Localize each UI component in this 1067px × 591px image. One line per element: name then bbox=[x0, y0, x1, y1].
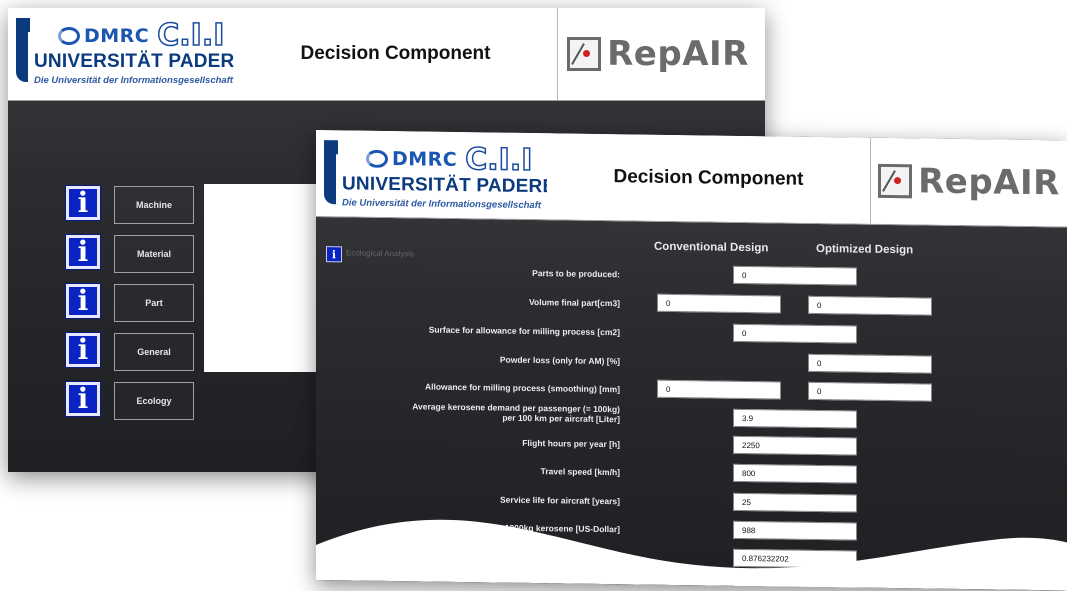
row-label-parts: Parts to be produced: bbox=[532, 268, 620, 280]
cii-logo-text: C.I.I bbox=[465, 141, 534, 179]
kerosene-price-input[interactable]: 988 bbox=[733, 520, 857, 541]
cii-logo-text: C.I.I bbox=[157, 17, 226, 54]
machine-info-icon[interactable]: i bbox=[66, 186, 100, 220]
exchange-rate-input[interactable]: 0.876232202 bbox=[733, 548, 857, 569]
volume-conventional-input[interactable]: 0 bbox=[657, 293, 781, 314]
volume-optimized-input[interactable]: 0 bbox=[808, 295, 932, 316]
university-logo: DMRC C.I.I UNIVERSITÄT PADERBORN Die Uni… bbox=[316, 130, 553, 220]
university-name: UNIVERSITÄT PADERBORN bbox=[342, 173, 553, 198]
allowance-conventional-input[interactable]: 0 bbox=[657, 379, 781, 400]
repair-logo: RepAIR bbox=[558, 8, 758, 100]
repair-logo-icon bbox=[878, 163, 913, 199]
general-info-icon[interactable]: i bbox=[66, 333, 100, 367]
university-logo: DMRC C.I.I UNIVERSITÄT PADERBORN Die Uni… bbox=[8, 8, 240, 100]
row-label-volume: Volume final part[cm3] bbox=[529, 296, 620, 309]
repair-logo-icon bbox=[567, 37, 602, 71]
row-label-powder-loss: Powder loss (only for AM) [%] bbox=[499, 354, 620, 367]
university-logo-mark bbox=[16, 18, 32, 82]
university-tagline: Die Universität der Informationsgesellsc… bbox=[342, 197, 542, 212]
dmrc-logo-text: DMRC bbox=[84, 24, 150, 47]
allowance-optimized-input[interactable]: 0 bbox=[808, 381, 932, 402]
university-tagline: Die Universität der Informationsgesellsc… bbox=[34, 75, 234, 86]
page-title: Decision Component bbox=[300, 43, 491, 64]
part-info-icon[interactable]: i bbox=[66, 284, 100, 318]
row-label-exchange-rate: $ to € [€] bbox=[585, 551, 620, 563]
powder-loss-optimized-input[interactable]: 0 bbox=[808, 353, 932, 374]
parts-to-produce-input[interactable]: 0 bbox=[733, 265, 857, 286]
column-header-optimized: Optimized Design bbox=[816, 242, 914, 257]
main-window-front: DMRC C.I.I UNIVERSITÄT PADERBORN Die Uni… bbox=[316, 130, 1067, 591]
row-label-allowance-milling: Allowance for milling process (smoothing… bbox=[424, 381, 620, 395]
machine-button[interactable]: Machine bbox=[114, 186, 194, 224]
university-name: UNIVERSITÄT PADERBORN bbox=[34, 51, 239, 72]
ecological-info-icon[interactable]: i bbox=[326, 246, 342, 263]
university-logo-mark bbox=[324, 140, 340, 205]
service-life-input[interactable]: 25 bbox=[733, 492, 857, 513]
last-value-input[interactable]: 7 bbox=[733, 575, 857, 591]
page-title: Decision Component bbox=[613, 166, 804, 190]
repair-logo-text: RepAIR bbox=[918, 161, 1060, 204]
material-info-icon[interactable]: i bbox=[66, 235, 100, 269]
surface-allowance-input[interactable]: 0 bbox=[733, 323, 857, 344]
general-button[interactable]: General bbox=[114, 333, 194, 371]
torn-edge-decoration bbox=[316, 519, 1067, 591]
row-label-surface: Surface for allowance for milling proces… bbox=[428, 324, 620, 338]
title-cell: Decision Component bbox=[234, 8, 558, 100]
part-button[interactable]: Part bbox=[114, 284, 194, 322]
dmrc-emblem-icon bbox=[58, 26, 80, 45]
material-button[interactable]: Material bbox=[114, 235, 194, 273]
repair-logo: RepAIR bbox=[871, 137, 1067, 227]
row-label-travel-speed: Travel speed [km/h] bbox=[540, 466, 620, 478]
row-label-kerosene-demand: Average kerosene demand per passenger (=… bbox=[412, 401, 620, 425]
title-cell: Decision Component bbox=[547, 133, 871, 224]
header-bar: DMRC C.I.I UNIVERSITÄT PADERBORN Die Uni… bbox=[8, 8, 765, 101]
column-header-conventional: Conventional Design bbox=[654, 240, 769, 255]
flight-hours-input[interactable]: 2250 bbox=[733, 435, 857, 456]
kerosene-demand-input[interactable]: 3.9 bbox=[733, 408, 857, 429]
travel-speed-input[interactable]: 800 bbox=[733, 463, 857, 484]
row-label-service-life: Service life for aircraft [years] bbox=[499, 494, 620, 507]
dmrc-logo-text: DMRC bbox=[392, 147, 458, 171]
section-label: Ecological Analysis bbox=[346, 248, 415, 259]
row-label-flight-hours: Flight hours per year [h] bbox=[522, 437, 620, 450]
repair-logo-text: RepAIR bbox=[607, 34, 749, 74]
row-label-kerosene-price: s per 1000kg kerosene [US-Dollar] bbox=[482, 522, 620, 535]
header-bar: DMRC C.I.I UNIVERSITÄT PADERBORN Die Uni… bbox=[316, 130, 1067, 228]
ecology-button[interactable]: Ecology bbox=[114, 382, 194, 420]
ecology-info-icon[interactable]: i bbox=[66, 382, 100, 416]
dmrc-emblem-icon bbox=[366, 149, 388, 168]
